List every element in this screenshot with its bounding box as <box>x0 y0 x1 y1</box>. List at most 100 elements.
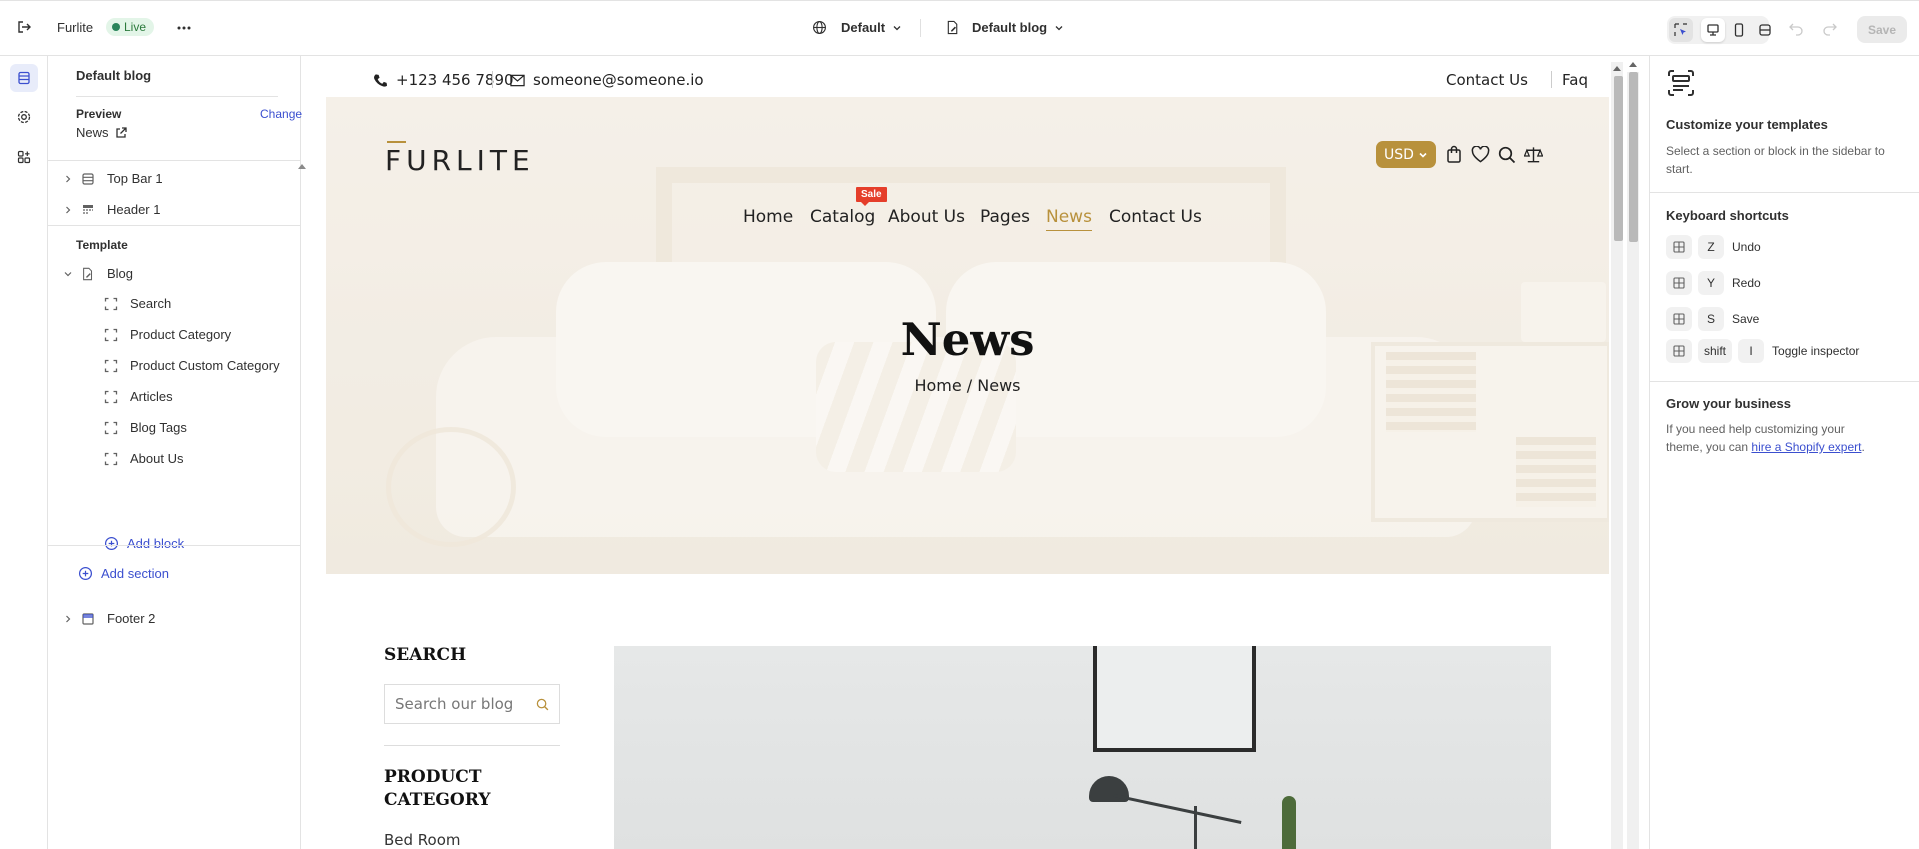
more-actions-button[interactable] <box>176 20 192 36</box>
shortcut-key: I <box>1738 339 1765 363</box>
redo-button[interactable] <box>1822 20 1838 39</box>
shortcut-action: Undo <box>1732 240 1761 254</box>
divider <box>76 96 278 97</box>
nav-catalog[interactable]: Catalog <box>810 207 875 227</box>
command-key-icon <box>1666 307 1692 331</box>
search-button[interactable] <box>1498 146 1516 167</box>
currency-selector[interactable]: USD <box>1376 141 1436 168</box>
shortcut-key: shift <box>1698 339 1733 363</box>
store-name: Furlite <box>57 20 94 35</box>
article-image[interactable] <box>614 646 1551 849</box>
section-header[interactable]: Header 1 <box>63 202 160 217</box>
compare-button[interactable] <box>1523 146 1544 167</box>
category-link[interactable]: Bed Room <box>384 831 461 849</box>
category-heading: PRODUCT CATEGORY <box>384 767 491 810</box>
scroll-up-arrow[interactable] <box>298 164 306 169</box>
section-top-bar[interactable]: Top Bar 1 <box>63 171 163 186</box>
block-frame-icon <box>104 421 118 434</box>
preview-scrollbar[interactable] <box>1611 62 1623 849</box>
nav-about[interactable]: About Us <box>888 207 965 227</box>
scale-icon <box>1523 147 1544 163</box>
theme-settings-tab[interactable] <box>12 105 36 129</box>
search-icon <box>1498 146 1516 164</box>
preview-page-link[interactable]: News <box>76 125 127 140</box>
divider <box>384 745 560 746</box>
theme-selector[interactable]: Default <box>812 20 903 35</box>
nav-home[interactable]: Home <box>743 207 793 227</box>
status-dot <box>112 23 120 31</box>
wishlist-button[interactable] <box>1471 145 1490 166</box>
globe-icon <box>813 21 826 34</box>
shortcut-action: Save <box>1732 312 1760 326</box>
sections-icon <box>18 71 30 85</box>
chevron-down-icon <box>893 25 901 30</box>
template-selector[interactable]: Default blog <box>946 20 1065 35</box>
picture-frame-shape <box>1093 646 1256 752</box>
template-heading: Template <box>76 238 128 252</box>
outer-scrollbar[interactable] <box>1627 72 1639 849</box>
exit-button[interactable] <box>16 19 32 35</box>
chevron-right-icon <box>66 615 71 622</box>
desktop-view-button[interactable] <box>1701 18 1725 42</box>
apps-icon <box>17 150 31 164</box>
shortcut-key: Z <box>1698 235 1724 259</box>
header-icon <box>83 204 93 214</box>
shortcut-key: S <box>1698 307 1724 331</box>
heart-icon <box>1471 145 1490 163</box>
mobile-icon <box>1734 23 1744 37</box>
preview-label: Preview <box>76 107 122 121</box>
block-frame-icon <box>104 452 118 465</box>
undo-button[interactable] <box>1788 20 1804 39</box>
app-embeds-tab[interactable] <box>12 145 36 169</box>
nav-pages[interactable]: Pages <box>980 207 1030 227</box>
change-preview-link[interactable]: Change <box>260 107 302 121</box>
block-frame-icon <box>104 328 118 341</box>
block-item[interactable]: Articles <box>104 389 173 404</box>
add-section-button[interactable]: Add section <box>78 566 169 581</box>
footer-icon <box>82 612 94 625</box>
nav-news[interactable]: News <box>1046 207 1092 231</box>
fullscreen-view-button[interactable] <box>1753 18 1777 42</box>
block-item[interactable]: About Us <box>104 451 183 466</box>
plant-shape <box>1282 796 1296 849</box>
grow-text: If you need help customizing your theme,… <box>1666 422 1865 454</box>
save-button[interactable]: Save <box>1857 16 1907 43</box>
scrollbar-thumb[interactable] <box>1629 72 1638 242</box>
sections-tab[interactable] <box>10 64 38 92</box>
inspector-panel: Customize your templates Select a sectio… <box>1649 56 1919 849</box>
hire-expert-link[interactable]: hire a Shopify expert <box>1751 440 1861 454</box>
top-link-contact[interactable]: Contact Us <box>1446 71 1528 89</box>
cart-button[interactable] <box>1445 145 1463 167</box>
page-edit-icon <box>947 20 958 35</box>
layout-icon <box>82 172 94 185</box>
scrollbar-thumb[interactable] <box>1614 76 1623 241</box>
store-logo[interactable]: FURLITE <box>385 141 535 175</box>
search-heading: SEARCH <box>384 645 467 665</box>
shortcut-row: Y Redo <box>1666 271 1761 295</box>
scroll-up-arrow[interactable] <box>1629 62 1637 67</box>
scroll-up-arrow[interactable] <box>1613 66 1621 71</box>
template-blog-group[interactable]: Blog <box>63 266 133 281</box>
add-block-button[interactable]: Add block <box>104 536 184 551</box>
sections-sidebar: Default blog Preview Change News Top Bar… <box>48 56 306 849</box>
block-item[interactable]: Search <box>104 296 171 311</box>
blog-search-input[interactable]: Search our blog <box>384 684 560 724</box>
store-email[interactable]: someone@someone.io <box>510 71 704 89</box>
inspector-title: Customize your templates <box>1666 117 1828 132</box>
more-horizontal-icon <box>177 26 191 30</box>
block-item[interactable]: Product Category <box>104 327 231 342</box>
shortcut-action: Toggle inspector <box>1772 344 1860 358</box>
inspector-toggle-button[interactable] <box>1669 18 1693 42</box>
divider <box>920 19 921 37</box>
block-item[interactable]: Blog Tags <box>104 420 187 435</box>
chevron-down-icon <box>1419 152 1427 158</box>
chevron-down-icon <box>64 271 72 276</box>
section-footer[interactable]: Footer 2 <box>63 611 155 626</box>
plus-circle-icon <box>78 566 93 581</box>
top-link-faq[interactable]: Faq <box>1562 71 1588 89</box>
shortcut-action: Redo <box>1732 276 1761 290</box>
mobile-view-button[interactable] <box>1727 18 1751 42</box>
nav-contact[interactable]: Contact Us <box>1109 207 1202 227</box>
block-item[interactable]: Product Custom Category <box>104 358 280 373</box>
block-frame-icon <box>104 297 118 310</box>
